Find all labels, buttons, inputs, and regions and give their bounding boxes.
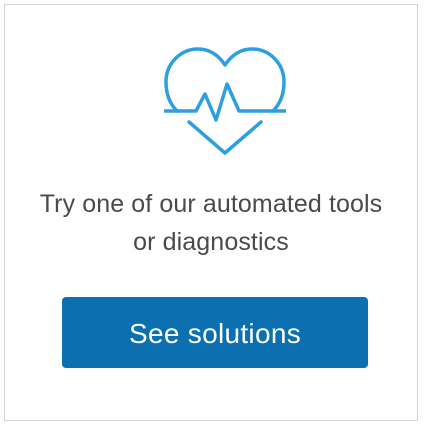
heart-pulse-icon — [164, 45, 286, 155]
diagnostics-card: Try one of our automated tools or diagno… — [4, 4, 418, 421]
card-message-line: Try one of our automated tools — [39, 190, 383, 218]
card-message: Try one of our automated tools or diagno… — [5, 185, 417, 261]
see-solutions-button[interactable]: See solutions — [62, 297, 368, 368]
card-message-line: or diagnostics — [133, 228, 289, 256]
